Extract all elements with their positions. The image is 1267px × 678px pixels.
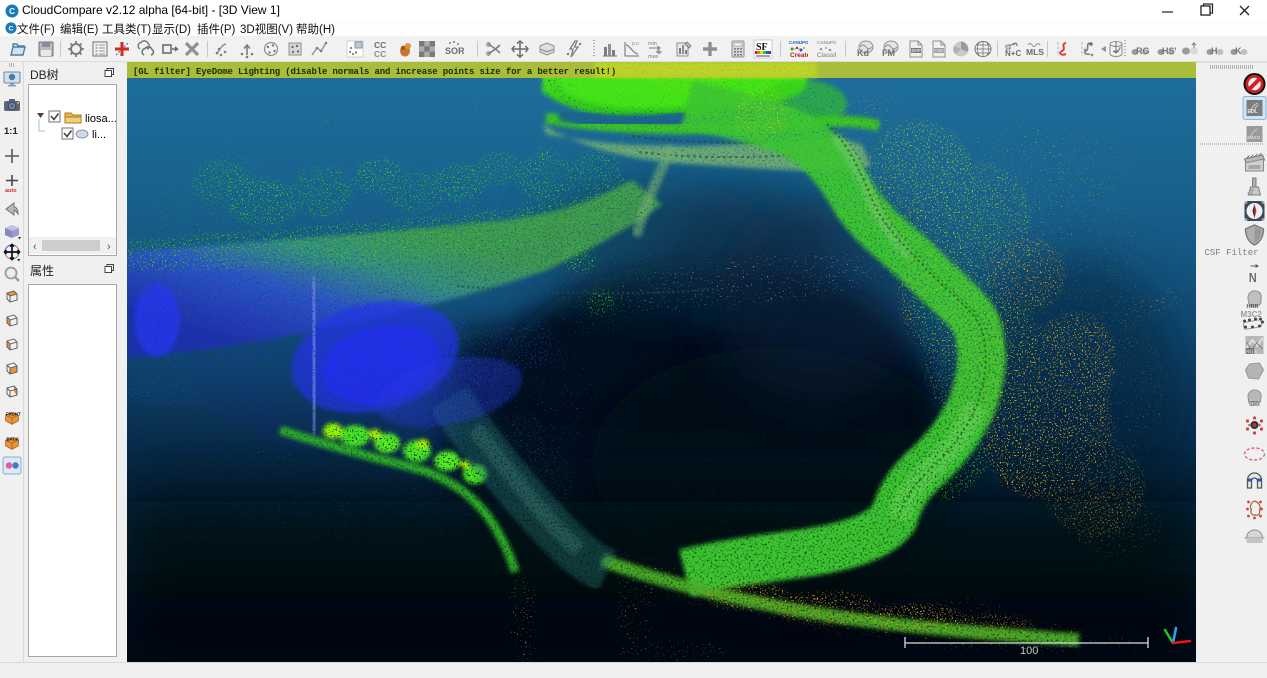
svg-text:CSV: CSV: [935, 48, 944, 53]
svg-text:MLS: MLS: [1026, 47, 1044, 57]
svg-text:p.o: p.o: [632, 41, 639, 47]
svg-text:N+C: N+C: [1005, 49, 1021, 58]
svg-text:[GL filter] EyeDome Lighting (: [GL filter] EyeDome Lighting (disable no…: [133, 67, 616, 77]
svg-text:1:1: 1:1: [4, 126, 18, 137]
svg-text:min: min: [648, 41, 657, 47]
svg-text:100: 100: [1020, 645, 1038, 657]
svg-text:liosa...: liosa...: [85, 113, 116, 125]
svg-text:FM: FM: [882, 48, 895, 58]
svg-text:C: C: [9, 26, 14, 33]
svg-text:C: C: [9, 7, 15, 16]
svg-text:RGD: RGD: [1250, 402, 1261, 407]
svg-text:K: K: [1235, 46, 1242, 56]
svg-text:SSAO: SSAO: [1247, 135, 1260, 140]
svg-text:RGS: RGS: [1246, 350, 1258, 356]
svg-text:N: N: [1249, 271, 1257, 286]
svg-text:auto: auto: [5, 188, 17, 193]
svg-text:CC: CC: [374, 49, 386, 59]
svg-text:EDL: EDL: [1248, 109, 1258, 115]
svg-text:SHP: SHP: [912, 48, 921, 53]
svg-text:Kd: Kd: [857, 48, 869, 58]
svg-text:Create: Create: [790, 52, 808, 59]
svg-text:‹: ‹: [33, 241, 37, 253]
svg-text:CANUPO: CANUPO: [817, 40, 836, 45]
svg-text:BACK: BACK: [7, 437, 20, 442]
svg-text:max: max: [648, 54, 659, 59]
svg-text:H: H: [1211, 46, 1218, 56]
svg-text:›: ›: [107, 241, 111, 253]
svg-text:li...: li...: [92, 129, 106, 141]
svg-text:SOR: SOR: [445, 46, 464, 56]
svg-text:CANUPO: CANUPO: [789, 40, 808, 45]
svg-text:FRONT: FRONT: [6, 412, 21, 417]
svg-text:RGB: RGB: [1136, 46, 1150, 56]
svg-text:HSV: HSV: [1162, 46, 1176, 56]
svg-text:M3C2: M3C2: [1241, 310, 1263, 319]
svg-text:Classify: Classify: [817, 52, 836, 59]
